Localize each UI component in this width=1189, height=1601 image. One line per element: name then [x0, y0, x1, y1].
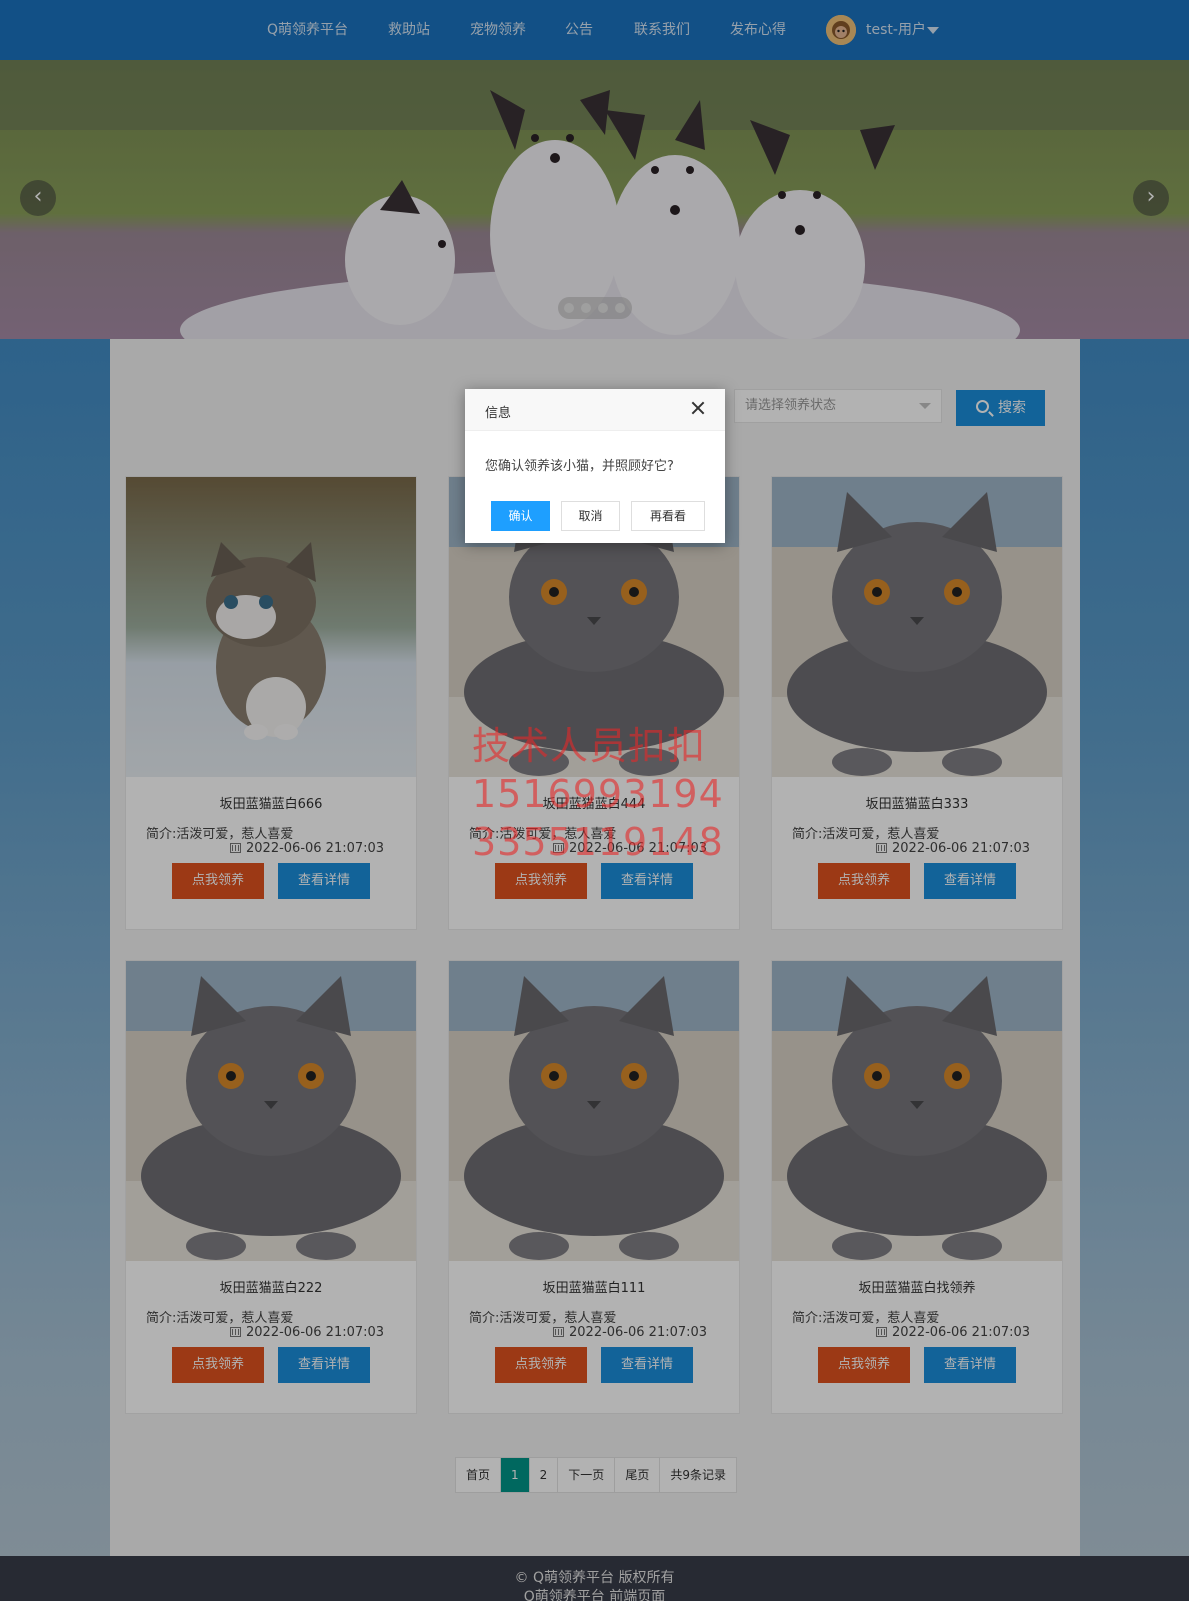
watermark: 技术人员扣扣 1516993194 3355119148 — [472, 722, 724, 866]
dialog-message: 您确认领养该小猫，并照顾好它? — [485, 459, 674, 474]
look-again-button[interactable]: 再看看 — [631, 501, 705, 531]
watermark-line: 1516993194 — [472, 772, 724, 816]
cancel-button[interactable]: 取消 — [561, 501, 620, 531]
confirm-button[interactable]: 确认 — [491, 501, 550, 531]
watermark-line: 技术人员扣扣 — [472, 724, 707, 768]
close-icon[interactable] — [690, 400, 706, 416]
dialog-title: 信息 — [485, 406, 512, 421]
watermark-line: 3355119148 — [472, 820, 724, 864]
confirm-dialog: 信息 您确认领养该小猫，并照顾好它? 确认 取消 再看看 — [465, 389, 725, 543]
dialog-header: 信息 — [465, 389, 725, 431]
